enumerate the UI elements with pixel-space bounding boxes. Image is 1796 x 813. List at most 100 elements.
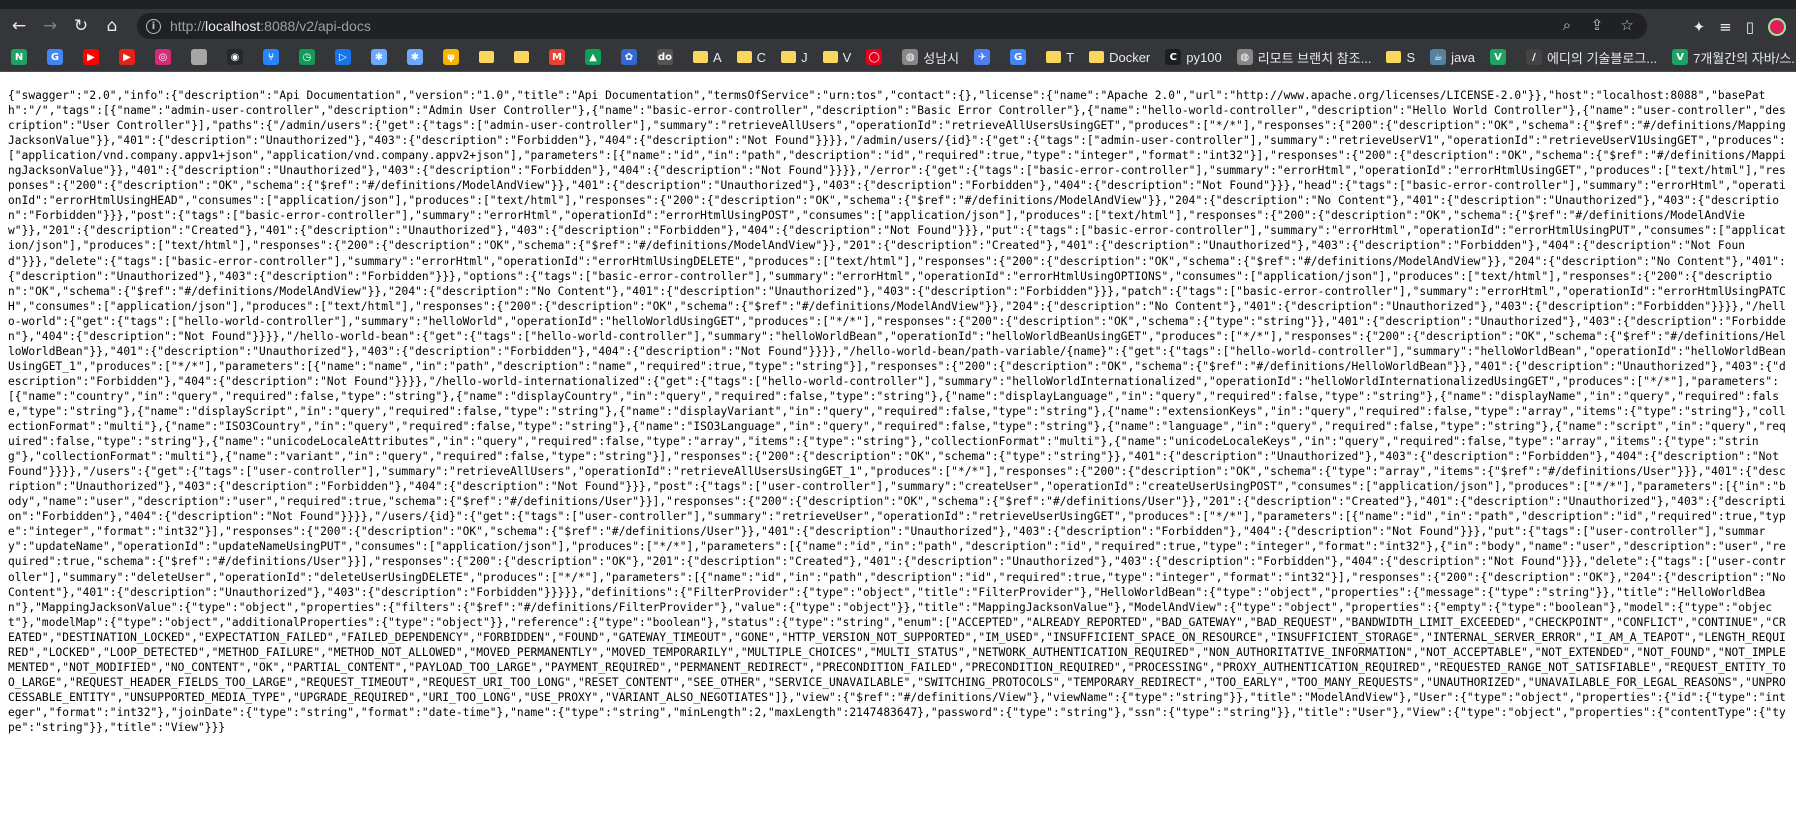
bookmark-favicon-icon: ◍: [902, 49, 919, 65]
folder-icon: [514, 51, 529, 63]
bookmark-label: S: [1406, 49, 1416, 65]
page-content: {"swagger":"2.0","info":{"description":"…: [8, 88, 1792, 808]
url-text[interactable]: http://localhost:8088/v2/api-docs: [170, 18, 371, 34]
bookmark-favicon-icon: do: [657, 49, 673, 65]
arrow-left-icon: ←: [11, 16, 27, 36]
bookmark-item[interactable]: ψ: [439, 45, 468, 69]
bookmark-label: V: [842, 49, 852, 65]
bookmark-favicon-icon: ▲: [585, 49, 601, 65]
bookmark-favicon-icon: V: [1672, 49, 1689, 65]
bookmark-favicon-icon: ◯: [866, 49, 883, 65]
bookmark-item[interactable]: ◷: [295, 45, 324, 69]
queue-icon[interactable]: ≡: [1719, 18, 1732, 36]
bookmark-item[interactable]: [187, 45, 216, 69]
bookmark-favicon-icon: ◷: [299, 49, 315, 65]
bookmark-favicon-icon: /: [1525, 49, 1542, 65]
puzzle-icon[interactable]: ✦: [1693, 18, 1706, 36]
bookmark-item[interactable]: M: [545, 45, 574, 69]
share-icon[interactable]: ⇪: [1587, 16, 1607, 34]
bookmark-item[interactable]: ▶: [79, 45, 108, 69]
bookmark-favicon-icon: [191, 49, 207, 65]
bookmark-label: Docker: [1109, 49, 1151, 65]
bookmark-favicon-icon: N: [11, 49, 27, 65]
bookmark-favicon-icon: V: [1489, 49, 1506, 65]
bookmark-item[interactable]: Cpy100: [1161, 45, 1225, 69]
bookmark-favicon-icon: ✈: [974, 49, 991, 65]
bookmark-favicon-icon: ☕: [1430, 49, 1447, 65]
bookmark-item[interactable]: T: [1042, 45, 1078, 69]
bookmark-item[interactable]: ◍ 리모트 브랜치 참조...: [1233, 45, 1376, 69]
folder-icon: [781, 51, 797, 63]
bookmark-favicon-icon: ✱: [371, 49, 387, 65]
bookmark-item[interactable]: ◉: [223, 45, 252, 69]
bookmark-item[interactable]: [510, 45, 538, 69]
bookmark-item[interactable]: ◎: [151, 45, 180, 69]
zoom-icon[interactable]: ⌕: [1557, 16, 1577, 34]
url-scheme: http://: [170, 18, 206, 34]
bookmark-item[interactable]: V: [819, 45, 856, 69]
bookmark-item[interactable]: G: [43, 45, 72, 69]
folder-icon: [1046, 51, 1062, 63]
bookmark-item[interactable]: N: [7, 45, 36, 69]
bookmark-label: java: [1451, 49, 1475, 65]
folder-icon: [822, 51, 838, 63]
bookmark-favicon-icon: ▶: [119, 49, 135, 65]
arrow-right-icon: →: [42, 16, 58, 36]
folder-icon: [1386, 51, 1402, 63]
bookmark-favicon-icon: G: [1010, 49, 1027, 65]
bookmark-label: T: [1066, 49, 1075, 65]
bookmark-favicon-icon: M: [549, 49, 565, 65]
url-host: localhost: [205, 18, 261, 34]
bookmark-item[interactable]: S: [1382, 45, 1419, 69]
url-path: :8088/v2/api-docs: [260, 18, 371, 34]
bookmark-favicon-icon: ▷: [335, 49, 351, 65]
bookmark-item[interactable]: ◯: [862, 45, 891, 69]
bookmark-item[interactable]: Docker: [1085, 45, 1154, 69]
site-info-icon[interactable]: i: [146, 18, 161, 34]
bookmark-label: A: [713, 49, 722, 65]
bookmark-favicon-icon: ◍: [1236, 49, 1253, 65]
bookmark-item[interactable]: do: [653, 45, 682, 69]
home-button[interactable]: ⌂: [100, 14, 124, 38]
bookmark-label: 성남시: [923, 50, 960, 66]
bookmark-item[interactable]: ✈: [970, 45, 999, 69]
sidebar-icon[interactable]: ▯: [1746, 18, 1754, 36]
star-icon[interactable]: ☆: [1617, 16, 1637, 34]
bookmark-item[interactable]: ☕ java: [1426, 45, 1479, 69]
bookmark-label: py100: [1186, 49, 1222, 65]
folder-icon: [1089, 51, 1105, 63]
bookmark-item[interactable]: [475, 45, 503, 69]
back-button[interactable]: ←: [7, 14, 31, 38]
bookmark-item[interactable]: ▲: [581, 45, 610, 69]
bookmark-label: 리모트 브랜치 참조...: [1257, 50, 1372, 66]
bookmark-item[interactable]: A: [689, 45, 726, 69]
bookmark-item[interactable]: ✱: [367, 45, 396, 69]
bookmark-item[interactable]: / 에디의 기술블로그...: [1522, 45, 1661, 69]
home-icon: ⌂: [106, 16, 118, 36]
bookmark-item[interactable]: C: [733, 45, 770, 69]
bookmark-item[interactable]: ▶: [115, 45, 144, 69]
reload-button[interactable]: ↻: [69, 14, 93, 38]
browser-toolbar: ← → ↻ ⌂ i http://localhost:8088/v2/api-d…: [0, 9, 1796, 43]
bookmark-item[interactable]: G: [1006, 45, 1035, 69]
bookmark-item[interactable]: V 7개월간의 자바/스...: [1668, 45, 1796, 69]
forward-button[interactable]: →: [38, 14, 62, 38]
json-text: {"swagger":"2.0","info":{"description":"…: [8, 89, 1792, 734]
profile-avatar[interactable]: [1768, 18, 1786, 36]
bookmark-item[interactable]: ⑂: [259, 45, 288, 69]
bookmark-favicon-icon: ◉: [227, 49, 243, 65]
window-tabstrip: [0, 0, 1796, 9]
address-bar[interactable]: i http://localhost:8088/v2/api-docs ⌕ ⇪ …: [137, 13, 1647, 39]
bookmark-item[interactable]: ▷: [331, 45, 360, 69]
bookmark-item[interactable]: ◍ 성남시: [898, 45, 963, 69]
bookmark-item[interactable]: J: [777, 45, 812, 69]
bookmark-item[interactable]: ✱: [403, 45, 432, 69]
bookmark-item[interactable]: ✿: [617, 45, 646, 69]
bookmark-favicon-icon: C: [1165, 49, 1182, 65]
folder-icon: [479, 51, 494, 63]
folder-icon: [693, 51, 708, 63]
bookmark-item[interactable]: V: [1486, 45, 1515, 69]
bookmark-favicon-icon: G: [47, 49, 63, 65]
bookmark-label: J: [801, 49, 808, 65]
bookmark-favicon-icon: ⑂: [263, 49, 279, 65]
